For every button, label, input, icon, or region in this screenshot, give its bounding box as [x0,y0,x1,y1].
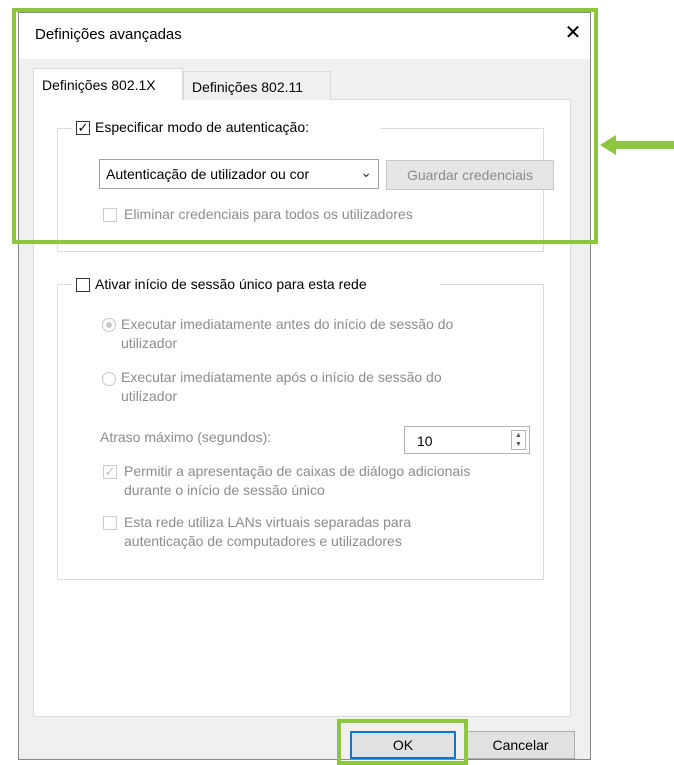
radio-after-logon-label: Executar imediatamente após o início de … [121,368,442,406]
vlan-checkbox[interactable] [103,516,117,530]
radio-before-line1: Executar imediatamente antes do início d… [121,316,454,332]
enable-sso-checkbox[interactable] [76,278,90,292]
vlan-label: Esta rede utiliza LANs virtuais separada… [124,513,411,551]
radio-before-logon[interactable] [102,318,116,332]
vlan-line1: Esta rede utiliza LANs virtuais separada… [124,514,412,530]
cancel-button[interactable]: Cancelar [466,731,575,759]
max-delay-label: Atraso máximo (segundos): [100,429,272,445]
spinner-arrows[interactable]: ▲ ▼ [511,430,526,450]
allow-dialogs-line2: durante o início de sessão único [124,482,325,498]
allow-dialogs-label: Permitir a apresentação de caixas de diá… [124,462,470,500]
arrow-up-icon[interactable]: ▲ [515,432,522,440]
arrow-left-icon [600,135,674,155]
highlight-frame-ok [337,719,468,765]
radio-after-logon[interactable] [102,372,116,386]
radio-before-logon-label: Executar imediatamente antes do início d… [121,315,453,353]
radio-after-line1: Executar imediatamente após o início de … [121,369,442,385]
radio-before-line2: utilizador [121,335,178,351]
radio-after-line2: utilizador [121,388,178,404]
allow-dialogs-checkbox[interactable]: ✓ [103,465,117,479]
highlight-frame-top [12,8,598,244]
max-delay-value: 10 [417,433,433,449]
arrow-down-icon[interactable]: ▼ [515,441,522,449]
max-delay-spinner[interactable]: 10 ▲ ▼ [404,426,530,454]
vlan-line2: autenticação de computadores e utilizado… [124,533,402,549]
enable-sso-label: Ativar início de sessão único para esta … [95,276,367,292]
allow-dialogs-line1: Permitir a apresentação de caixas de diá… [124,463,471,479]
